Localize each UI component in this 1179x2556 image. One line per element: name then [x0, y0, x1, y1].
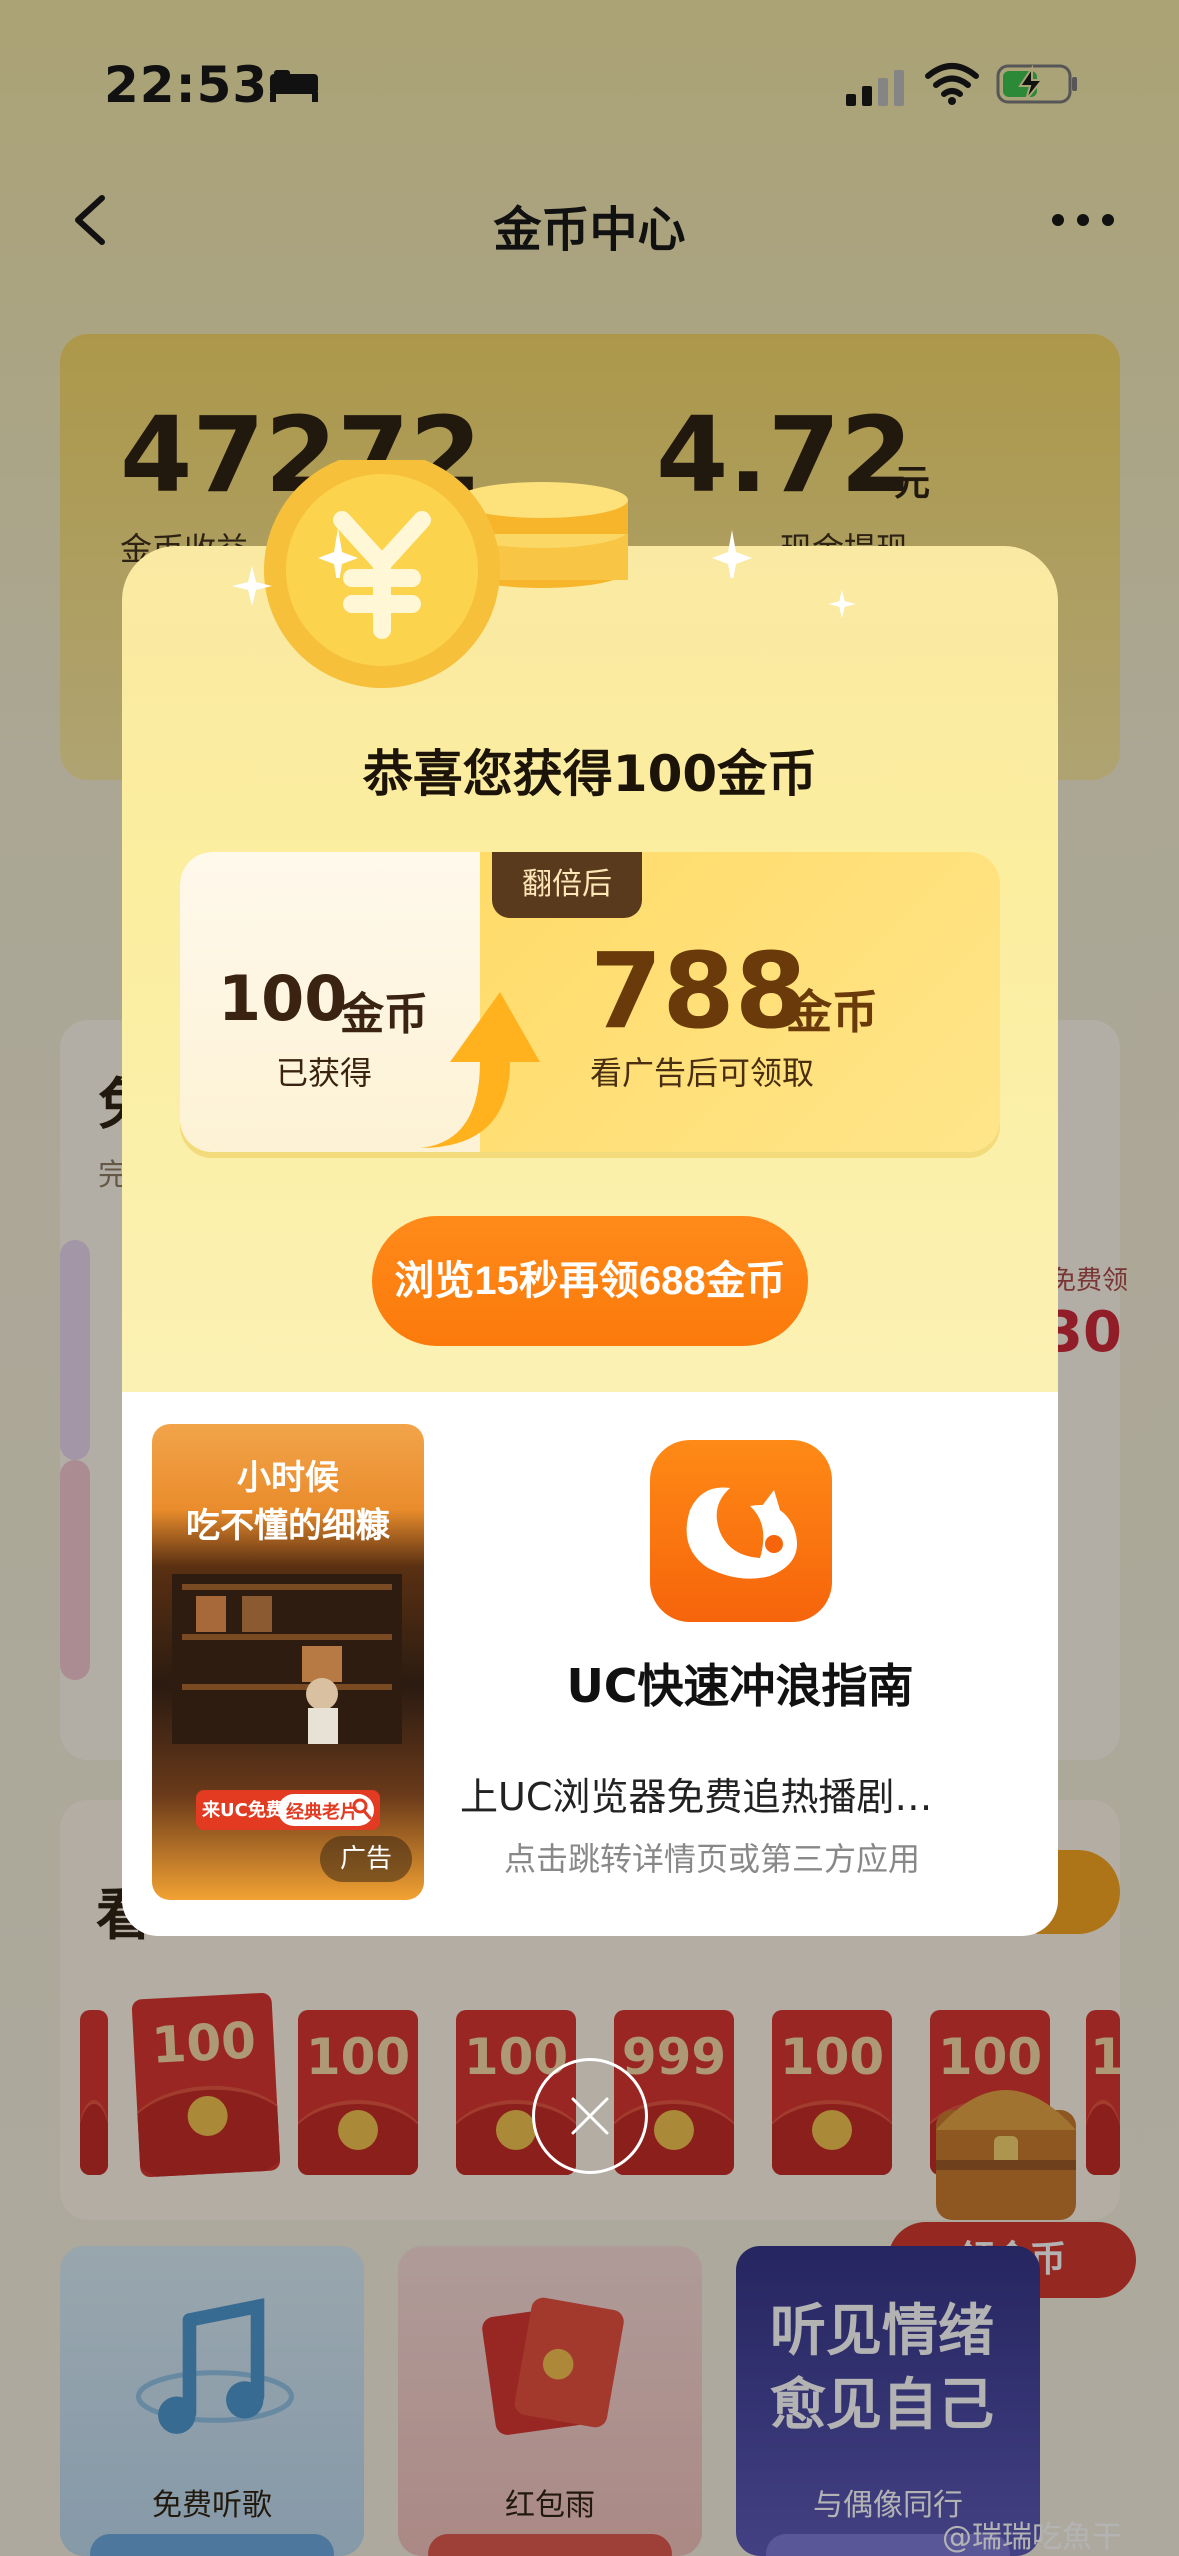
uc-browser-app-icon[interactable]	[650, 1440, 832, 1622]
thumb-banner-button-text: 经典老片	[286, 1802, 358, 1823]
squirrel-logo-icon	[686, 1487, 797, 1579]
ad-hint: 点击跳转详情页或第三方应用	[504, 1840, 921, 1878]
ad-thumbnail[interactable]: 小时候 吃不懂的细糠 来UC免费看 经典老片 广告	[152, 1424, 424, 1900]
thumb-title-line: 小时候	[237, 1458, 339, 1498]
ad-description[interactable]: 上UC浏览器免费追热播剧…	[460, 1766, 932, 1821]
doubled-amount: 788	[590, 930, 808, 1052]
browse-for-coins-button[interactable]: 浏览15秒再领688金币	[372, 1216, 808, 1346]
up-arrow-icon	[420, 992, 540, 1148]
obtained-label: 已获得	[276, 1054, 373, 1092]
sparkle-icon	[828, 590, 856, 618]
reward-modal: 恭喜您获得100金币 100 金币 已获得 翻倍后 788 金币 看广告后可领取…	[122, 460, 1058, 1936]
doubled-unit: 金币	[786, 985, 878, 1039]
thumb-banner: 来UC免费看 经典老片	[196, 1790, 380, 1830]
gold-coin-illustration-icon	[264, 460, 628, 688]
close-icon	[571, 2097, 609, 2135]
thumb-banner-button: 经典老片	[278, 1794, 374, 1826]
ad-app-name[interactable]: UC快速冲浪指南	[422, 1650, 1058, 1716]
scene-image	[172, 1574, 402, 1744]
obtained-amount: 100	[218, 962, 348, 1035]
sparkle-icon	[712, 530, 752, 578]
ad-label-badge: 广告	[320, 1836, 412, 1882]
doubled-label: 看广告后可领取	[590, 1054, 815, 1092]
ad-panel[interactable]: 小时候 吃不懂的细糠 来UC免费看 经典老片 广告 UC快速冲浪指南 上UC浏览…	[122, 1392, 1058, 1936]
sparkle-icon	[232, 566, 272, 606]
reward-heading: 恭喜您获得100金币	[362, 745, 818, 803]
thumb-title-line: 吃不懂的细糠	[186, 1506, 390, 1546]
search-icon	[352, 1798, 372, 1820]
doubled-tag: 翻倍后	[492, 852, 642, 918]
close-modal-button[interactable]	[532, 2058, 648, 2174]
reward-comparison-box: 100 金币 已获得 翻倍后 788 金币 看广告后可领取	[180, 852, 1000, 1152]
sparkle-icon	[318, 528, 358, 578]
